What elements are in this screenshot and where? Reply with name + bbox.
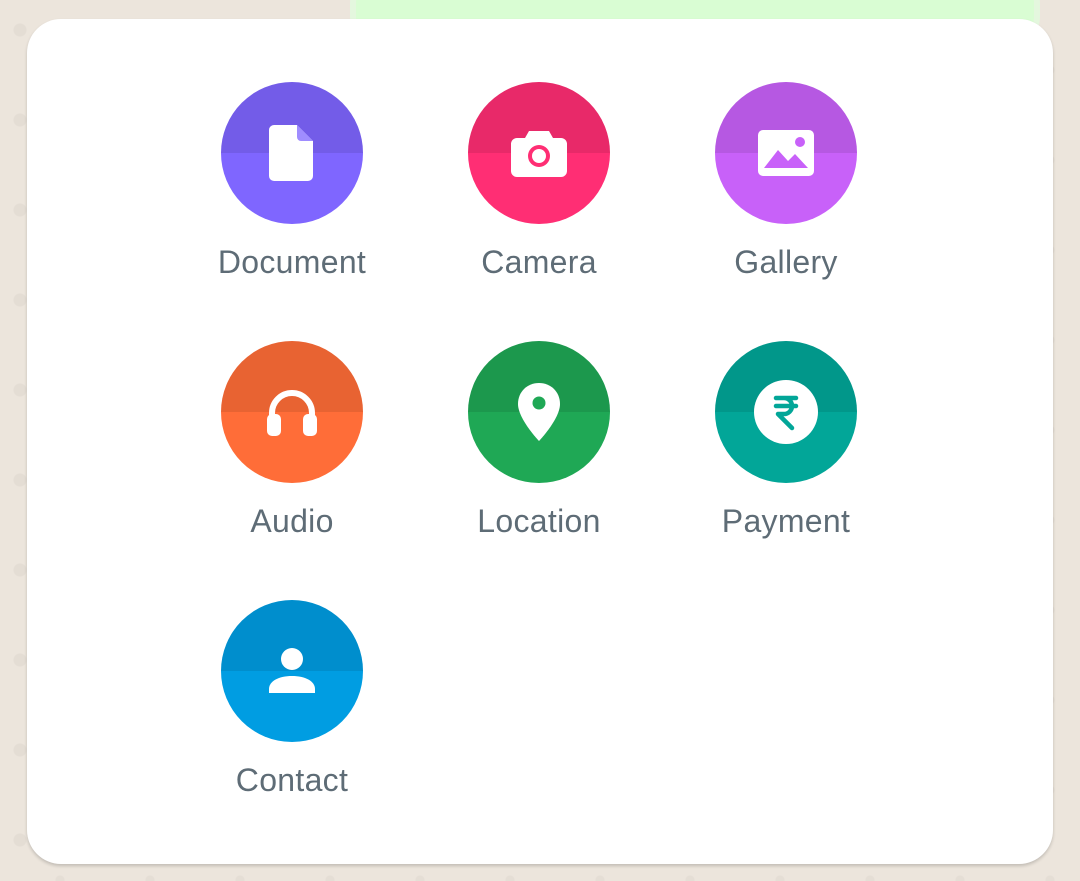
contact-circle[interactable] <box>221 600 363 742</box>
location-circle[interactable] <box>468 341 610 483</box>
gallery-icon <box>758 130 814 176</box>
attach-gallery-button[interactable]: Gallery <box>676 82 896 302</box>
audio-circle[interactable] <box>221 341 363 483</box>
attach-contact-button[interactable]: Contact <box>182 600 402 820</box>
attach-document-button[interactable]: Document <box>182 82 402 302</box>
attach-payment-button[interactable]: Payment <box>676 341 896 561</box>
attach-payment-label: Payment <box>721 503 851 539</box>
attach-location-label: Location <box>477 503 601 539</box>
attach-camera-button[interactable]: Camera <box>429 82 649 302</box>
rupee-icon <box>754 380 818 444</box>
attach-location-button[interactable]: Location <box>429 341 649 561</box>
attach-audio-label: Audio <box>250 503 334 539</box>
payment-circle[interactable] <box>715 341 857 483</box>
document-circle[interactable] <box>221 82 363 224</box>
attach-gallery-label: Gallery <box>734 244 838 280</box>
attachment-sheet: Document Camera Gallery Audio Location P… <box>27 19 1053 864</box>
attach-contact-label: Contact <box>235 762 349 798</box>
attach-audio-button[interactable]: Audio <box>182 341 402 561</box>
attach-camera-label: Camera <box>481 244 597 280</box>
document-icon <box>269 125 313 181</box>
gallery-circle[interactable] <box>715 82 857 224</box>
location-pin-icon <box>518 383 560 441</box>
attachment-grid: Document Camera Gallery Audio Location P… <box>27 19 1053 864</box>
camera-icon <box>511 131 567 177</box>
contact-person-icon <box>269 648 315 693</box>
attach-document-label: Document <box>217 244 367 280</box>
camera-circle[interactable] <box>468 82 610 224</box>
headphones-icon <box>267 390 317 436</box>
